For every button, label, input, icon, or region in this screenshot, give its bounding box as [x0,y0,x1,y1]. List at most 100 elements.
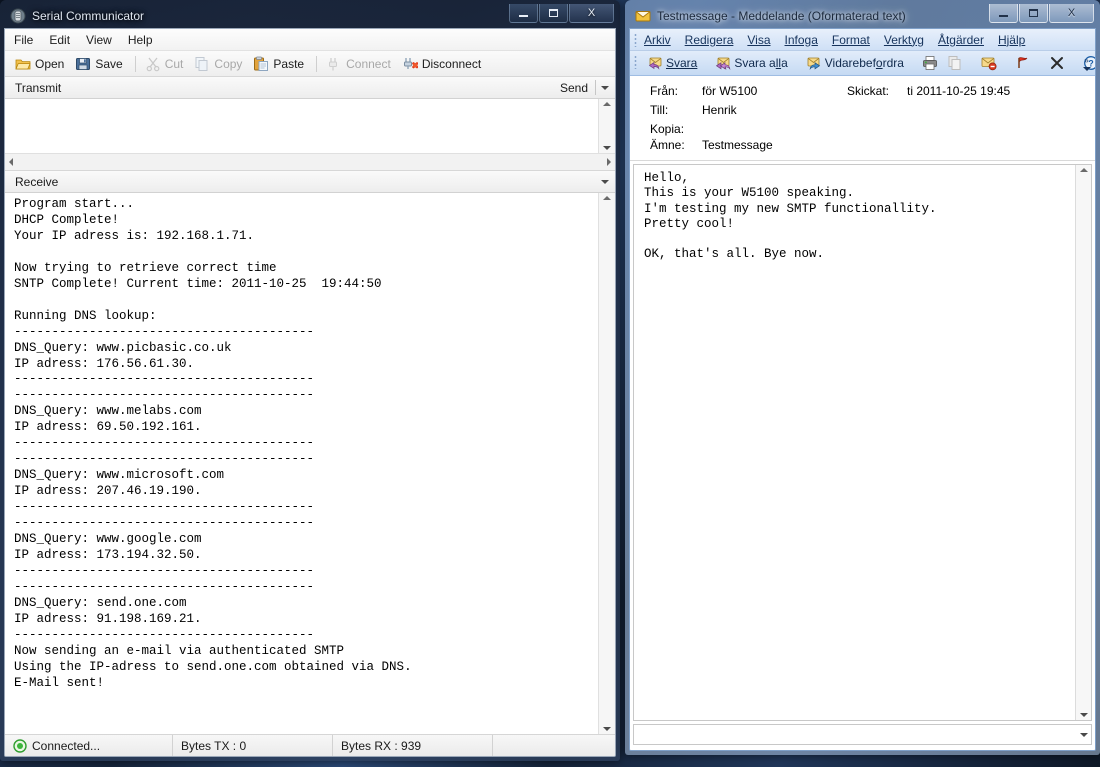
connection-status-text: Connected... [32,739,100,753]
folder-open-icon [15,56,31,72]
close-button[interactable]: X [569,4,614,23]
header-from-row: Från: för W5100 Skickat: ti 2011-10-25 1… [630,84,1095,103]
minimize-button[interactable] [509,4,538,23]
close-button[interactable]: X [1049,4,1094,23]
message-footer-area [630,724,1095,750]
body-vertical-scrollbar[interactable] [1075,165,1091,720]
title-bar[interactable]: Testmessage - Meddelande (Oformaterad te… [629,4,1096,28]
flag-button[interactable] [1012,54,1034,72]
window-title: Serial Communicator [32,9,144,23]
open-label: Open [35,57,64,71]
receive-vertical-scrollbar[interactable] [598,193,615,734]
scroll-up-icon[interactable] [603,196,611,200]
menu-item-arkiv[interactable]: Arkiv [644,33,671,47]
scroll-up-icon[interactable] [1080,168,1088,172]
copy-button[interactable]: Copy [192,55,247,73]
mail-message-window[interactable]: Testmessage - Meddelande (Oformaterad te… [625,0,1100,755]
copy-button[interactable] [944,54,966,72]
close-icon: X [1068,7,1075,19]
receive-section-header: Receive [5,171,615,193]
transmit-input[interactable] [5,99,598,153]
status-filler [493,735,615,756]
window-controls: X [989,4,1094,23]
cut-button[interactable]: Cut [143,55,189,73]
minimize-icon [519,15,528,17]
menu-item-redigera[interactable]: Redigera [685,33,734,47]
chevron-down-icon [601,86,609,90]
reply-label: Svara [666,56,697,70]
to-value[interactable]: Henrik [702,103,847,117]
forward-button[interactable]: Vidarebefordra [803,54,907,72]
scroll-down-icon[interactable] [603,727,611,731]
menu-bar: File Edit View Help [5,29,615,51]
menu-item-format[interactable]: Format [832,33,870,47]
receive-options-dropdown[interactable] [596,173,613,191]
envelope-icon [635,8,651,24]
app-icon [10,8,26,24]
receive-row: Program start... DHCP Complete! Your IP … [5,193,615,734]
delete-button[interactable] [1046,54,1068,72]
reply-icon [647,55,663,71]
menu-item-infoga[interactable]: Infoga [785,33,818,47]
minimize-button[interactable] [989,4,1018,23]
from-value[interactable]: för W5100 [702,84,847,98]
window-client-area: File Edit View Help Open [4,28,616,757]
scroll-left-icon[interactable] [9,158,13,166]
block-sender-button[interactable] [978,54,1000,72]
maximize-button[interactable] [539,4,568,23]
maximize-button[interactable] [1019,4,1048,23]
menu-item-visa[interactable]: Visa [747,33,770,47]
toolbar-grip-icon[interactable] [634,55,637,69]
toolbar-separator-2 [316,56,317,72]
disconnect-button[interactable]: Disconnect [400,55,486,73]
menu-item-hjalp[interactable]: Hjälp [998,33,1025,47]
menu-item-verktyg[interactable]: Verktyg [884,33,924,47]
delete-x-icon [1049,55,1065,71]
paste-button[interactable]: Paste [251,55,309,73]
minimize-icon [999,15,1008,17]
scroll-down-icon[interactable] [603,146,611,150]
copy-icon [194,56,210,72]
save-label: Save [95,57,122,71]
menu-item-view[interactable]: View [86,33,112,47]
scroll-down-icon[interactable] [1080,713,1088,717]
message-footer-box [633,724,1092,745]
maximize-icon [1029,9,1038,17]
status-bar: Connected... Bytes TX : 0 Bytes RX : 939 [5,734,615,756]
chevron-down-icon [601,180,609,184]
chevron-down-icon [1083,67,1091,71]
menu-item-atgarder[interactable]: Åtgärder [938,33,984,47]
menu-bar: Arkiv Redigera Visa Infoga Format Verkty… [630,29,1095,51]
save-button[interactable]: Save [73,55,127,73]
message-body-area: Hello, This is your W5100 speaking. I'm … [630,161,1095,724]
menu-item-file[interactable]: File [14,33,33,47]
scroll-up-icon[interactable] [603,102,611,106]
cut-label: Cut [165,57,184,71]
send-button[interactable]: Send [560,81,595,95]
print-button[interactable] [919,54,941,72]
title-bar[interactable]: Serial Communicator X [4,4,616,28]
plug-disconnect-icon [402,56,418,72]
footer-chevron-down-icon[interactable] [1080,733,1088,737]
scroll-right-icon[interactable] [607,158,611,166]
block-sender-icon [981,55,997,71]
menu-item-help[interactable]: Help [128,33,153,47]
transmit-vertical-scrollbar[interactable] [598,99,615,153]
transmit-horizontal-scrollbar[interactable] [5,153,615,170]
reply-all-label: Svara alla [734,56,787,70]
subject-value: Testmessage [702,138,847,152]
connect-button[interactable]: Connect [324,55,396,73]
close-icon: X [588,7,595,19]
reply-all-button[interactable]: Svara alla [712,54,790,72]
toolbar-overflow-button[interactable]: » [1080,53,1093,74]
open-button[interactable]: Open [13,55,69,73]
menu-grip-icon[interactable] [634,33,637,47]
menu-item-edit[interactable]: Edit [49,33,70,47]
reply-button[interactable]: Svara [644,54,700,72]
toolbar-separator [135,56,136,72]
send-options-dropdown[interactable] [596,79,613,97]
connected-green-icon [13,739,27,753]
message-body-text: Hello, This is your W5100 speaking. I'm … [634,165,1075,720]
header-subject-row: Ämne: Testmessage [630,138,1095,154]
serial-communicator-window[interactable]: Serial Communicator X File Edit View Hel… [0,0,620,761]
